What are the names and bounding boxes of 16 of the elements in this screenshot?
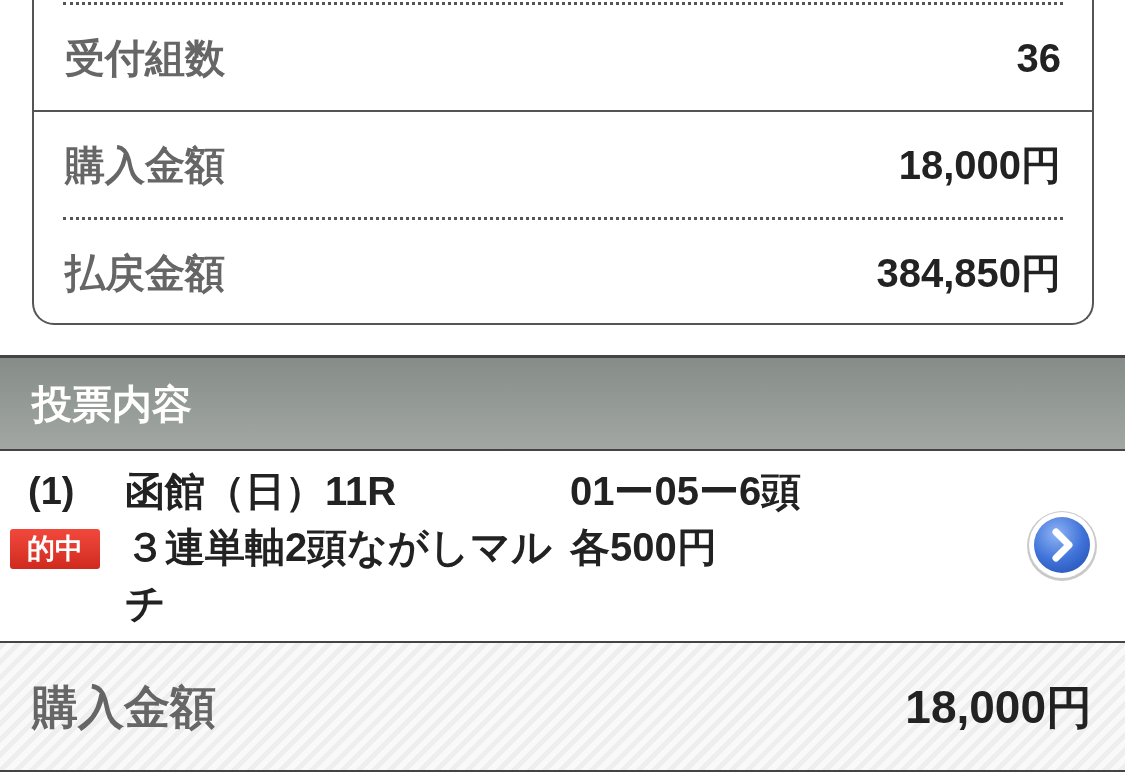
bet-amount: 各500円 xyxy=(570,524,717,571)
row-value: 36 xyxy=(1016,37,1061,78)
chevron-right-icon[interactable] xyxy=(1026,510,1098,582)
bet-combination: 01ー05ー6頭 xyxy=(570,468,802,515)
total-value: 18,000円 xyxy=(905,683,1092,730)
bet-number: (1) xyxy=(27,469,75,514)
row-label: 受付組数 xyxy=(65,37,225,78)
race-name: 函館（日）11R xyxy=(125,468,397,515)
bet-type: ３連単軸2頭ながしマルチ xyxy=(125,524,554,627)
row-label: 購入金額 xyxy=(65,144,225,185)
section-header: 投票内容 xyxy=(0,355,1125,451)
row-value: 18,000円 xyxy=(898,144,1061,185)
total-label: 購入金額 xyxy=(32,683,216,730)
row-label: 払戻金額 xyxy=(65,252,225,293)
row-value: 384,850円 xyxy=(876,252,1061,293)
hit-badge: 的中 xyxy=(10,529,100,569)
